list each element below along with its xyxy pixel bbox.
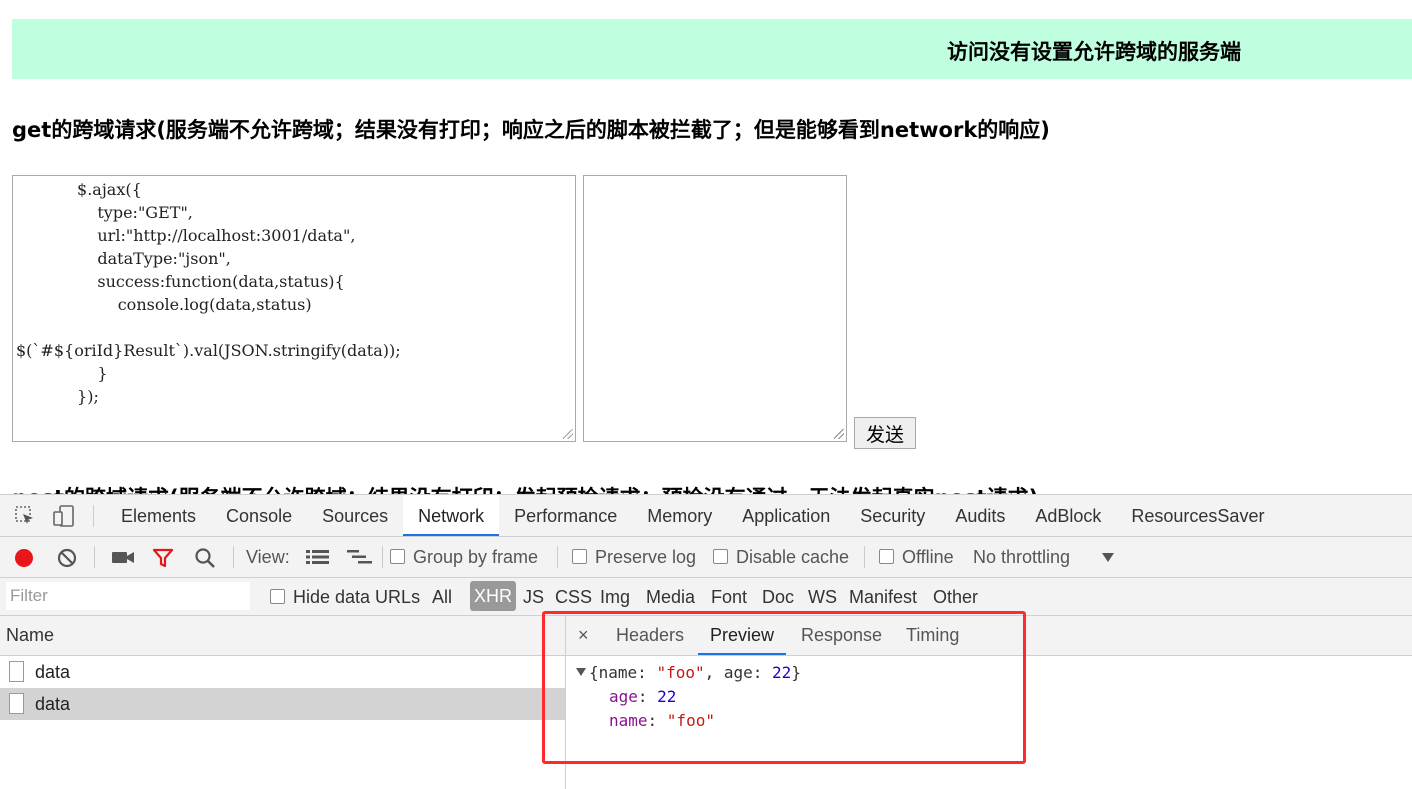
tab-console[interactable]: Console xyxy=(211,495,307,536)
toolbar-divider xyxy=(382,546,383,568)
large-rows-icon[interactable] xyxy=(306,549,330,565)
filter-funnel-icon[interactable] xyxy=(152,547,174,569)
throttling-select[interactable]: No throttling xyxy=(973,537,1070,577)
tab-security[interactable]: Security xyxy=(845,495,940,536)
filter-type-img[interactable]: Img xyxy=(600,578,630,615)
chevron-down-icon[interactable] xyxy=(1102,553,1114,562)
toolbar-divider xyxy=(557,546,558,568)
banner-title: 访问没有设置允许跨域的服务端 xyxy=(947,40,1241,64)
json-value-name: "foo" xyxy=(666,711,715,730)
request-row[interactable]: data xyxy=(0,656,565,688)
file-icon xyxy=(9,661,24,682)
tab-audits[interactable]: Audits xyxy=(940,495,1020,536)
checkbox-box[interactable] xyxy=(390,548,405,564)
throttling-value: No throttling xyxy=(973,547,1071,567)
json-age-line: age: 22 xyxy=(609,687,677,706)
devtools-panel: Elements Console Sources Network Perform… xyxy=(0,494,1412,789)
send-button[interactable]: 发送 xyxy=(854,417,916,449)
file-icon xyxy=(9,693,24,714)
result-textarea[interactable] xyxy=(583,175,847,442)
tab-performance[interactable]: Performance xyxy=(499,495,632,536)
json-key-name: name xyxy=(609,711,648,730)
json-summary-name: "foo" xyxy=(656,663,705,682)
disable-cache-checkbox[interactable]: Disable cache xyxy=(713,537,849,577)
preserve-log-label: Preserve log xyxy=(595,547,697,567)
json-summary-close: } xyxy=(791,663,801,682)
request-detail-tabs: × Headers Preview Response Timing xyxy=(566,616,1412,656)
tab-timing[interactable]: Timing xyxy=(906,616,959,655)
group-by-frame-label: Group by frame xyxy=(413,547,539,567)
filter-type-doc[interactable]: Doc xyxy=(762,578,794,615)
filter-type-ws[interactable]: WS xyxy=(808,578,837,615)
request-row-selected[interactable]: data xyxy=(0,688,565,720)
resize-grip-icon[interactable] xyxy=(834,429,844,439)
inspect-element-icon[interactable] xyxy=(14,505,36,527)
expand-triangle-icon[interactable] xyxy=(576,667,586,676)
device-toolbar-icon[interactable] xyxy=(53,505,75,527)
resize-grip-icon[interactable] xyxy=(563,429,573,439)
toolbar-divider xyxy=(94,546,95,568)
hide-data-urls-label: Hide data URLs xyxy=(293,587,421,607)
requests-column-header[interactable]: Name xyxy=(0,616,565,656)
record-icon[interactable] xyxy=(13,547,35,569)
get-section-heading: get的跨域请求(服务端不允许跨域；结果没有打印；响应之后的脚本被拦截了；但是能… xyxy=(12,118,1050,142)
filter-type-other[interactable]: Other xyxy=(933,578,978,615)
request-name: data xyxy=(35,662,71,682)
checkbox-box[interactable] xyxy=(879,548,894,564)
close-icon[interactable]: × xyxy=(578,616,589,654)
clear-icon[interactable] xyxy=(56,547,78,569)
filter-bar: Hide data URLs All XHR JS CSS Img Media … xyxy=(0,578,1412,616)
tab-headers[interactable]: Headers xyxy=(616,616,684,655)
json-summary-mid: , age: xyxy=(704,663,773,682)
disable-cache-label: Disable cache xyxy=(736,547,850,567)
view-label: View: xyxy=(246,547,290,567)
tab-sources[interactable]: Sources xyxy=(307,495,403,536)
code-text: $.ajax({ type:"GET", url:"http://localho… xyxy=(16,180,401,406)
filter-input[interactable] xyxy=(6,582,250,610)
filter-type-font[interactable]: Font xyxy=(711,578,747,615)
tab-response[interactable]: Response xyxy=(801,616,882,655)
filter-type-xhr[interactable]: XHR xyxy=(470,581,517,611)
offline-checkbox[interactable]: Offline xyxy=(879,537,954,577)
json-name-line: name: "foo" xyxy=(609,711,715,730)
group-by-frame-checkbox[interactable]: Group by frame xyxy=(390,537,538,577)
toolbar-divider xyxy=(864,546,865,568)
devtools-tabbar: Elements Console Sources Network Perform… xyxy=(0,495,1412,537)
filter-type-media[interactable]: Media xyxy=(646,578,695,615)
search-icon[interactable] xyxy=(194,547,216,569)
code-textarea[interactable]: $.ajax({ type:"GET", url:"http://localho… xyxy=(12,175,576,442)
toolbar-divider xyxy=(233,546,234,568)
toolbar-divider xyxy=(93,505,94,527)
tab-elements[interactable]: Elements xyxy=(106,495,211,536)
tab-preview[interactable]: Preview xyxy=(698,616,787,655)
tab-application[interactable]: Application xyxy=(727,495,845,536)
hide-data-urls-checkbox[interactable]: Hide data URLs xyxy=(270,578,420,615)
checkbox-box[interactable] xyxy=(572,548,587,564)
filter-type-css[interactable]: CSS xyxy=(555,578,592,615)
offline-label: Offline xyxy=(902,547,954,567)
preserve-log-checkbox[interactable]: Preserve log xyxy=(572,537,696,577)
filter-type-manifest[interactable]: Manifest xyxy=(849,578,917,615)
json-summary-open: {name: xyxy=(589,663,657,682)
network-toolbar: View: Group by frame Preserve log Disabl… xyxy=(0,537,1412,578)
waterfall-overview-icon[interactable] xyxy=(347,549,373,565)
json-value-age: 22 xyxy=(657,687,677,706)
filter-type-all[interactable]: All xyxy=(432,578,452,615)
filter-type-js[interactable]: JS xyxy=(523,578,544,615)
screenshot-camera-icon[interactable] xyxy=(111,548,135,566)
json-summary-age: 22 xyxy=(772,663,792,682)
request-name: data xyxy=(35,694,71,714)
name-column-label: Name xyxy=(6,625,55,645)
tab-memory[interactable]: Memory xyxy=(632,495,727,536)
tab-network[interactable]: Network xyxy=(403,495,500,536)
tab-adblock[interactable]: AdBlock xyxy=(1020,495,1116,536)
checkbox-box[interactable] xyxy=(270,588,285,604)
json-key-age: age xyxy=(609,687,638,706)
tab-resourcessaver[interactable]: ResourcesSaver xyxy=(1116,495,1279,536)
checkbox-box[interactable] xyxy=(713,548,728,564)
devtools-tabs: Elements Console Sources Network Perform… xyxy=(106,495,1279,536)
json-root-line[interactable]: {name: "foo", age: 22} xyxy=(576,661,801,685)
